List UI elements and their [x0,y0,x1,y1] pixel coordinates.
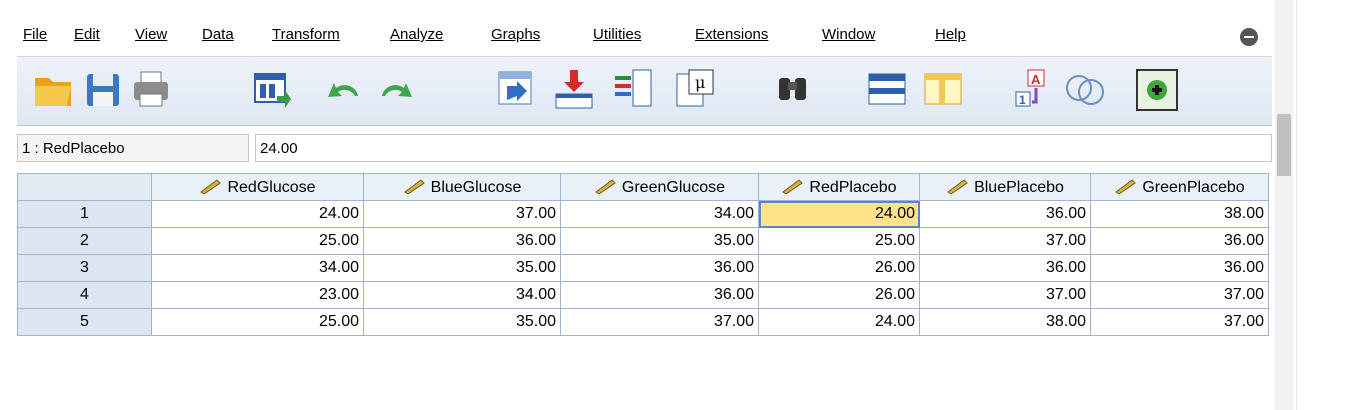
column-header-blueglucose[interactable]: BlueGlucose [363,173,561,201]
data-cell[interactable]: 34.00 [363,281,561,309]
corner-cell[interactable] [17,173,152,201]
print-icon[interactable] [129,66,173,112]
table-row: 1 24.00 37.00 34.00 24.00 36.00 38.00 [17,200,1269,228]
insert-cases-icon[interactable] [865,66,909,112]
header-row: RedGlucose BlueGlucose GreenGlucose RedP… [17,173,1269,201]
goto-variable-icon[interactable] [552,66,596,112]
data-cell[interactable]: 24.00 [758,308,920,336]
dialog-recall-icon[interactable] [249,66,293,112]
data-cell[interactable]: 24.00 [151,200,364,228]
value-labels-icon[interactable]: μ [673,66,717,112]
menu-utilities[interactable]: Utilities [593,26,641,43]
menu-window[interactable]: Window [822,26,875,43]
data-cell[interactable]: 38.00 [1090,200,1269,228]
data-cell[interactable]: 37.00 [363,200,561,228]
menu-data[interactable]: Data [202,26,234,43]
redo-icon[interactable] [374,66,418,112]
menu-help[interactable]: Help [935,26,966,43]
data-cell[interactable]: 34.00 [151,254,364,282]
data-cell[interactable]: 23.00 [151,281,364,309]
scale-ruler-icon [1115,178,1137,194]
menu-transform[interactable]: Transform [272,26,340,43]
scale-ruler-icon [947,178,968,194]
data-grid: RedGlucose BlueGlucose GreenGlucose RedP… [17,173,1269,336]
variables-icon[interactable] [611,66,655,112]
open-folder-icon[interactable] [31,66,75,112]
svg-text:μ: μ [695,73,705,92]
scrollbar-thumb[interactable] [1277,114,1291,176]
row-header[interactable]: 4 [17,281,152,309]
data-cell[interactable]: 35.00 [560,227,759,255]
table-row: 5 25.00 35.00 37.00 24.00 38.00 37.00 [17,308,1269,336]
menu-extensions[interactable]: Extensions [695,26,768,43]
data-cell[interactable]: 25.00 [151,308,364,336]
divider [1296,0,1297,410]
data-cell[interactable]: 36.00 [919,254,1091,282]
data-cell[interactable]: 36.00 [363,227,561,255]
data-cell[interactable]: 34.00 [560,200,759,228]
data-cell[interactable]: 38.00 [919,308,1091,336]
use-sets-icon[interactable] [1063,66,1107,112]
menu-view[interactable]: View [135,26,167,43]
column-header-greenplacebo[interactable]: GreenPlacebo [1090,173,1269,201]
data-cell[interactable]: 36.00 [560,254,759,282]
menu-edit[interactable]: Edit [74,26,100,43]
data-cell[interactable]: 37.00 [1090,308,1269,336]
data-cell[interactable]: 25.00 [758,227,920,255]
data-cell[interactable]: 26.00 [758,254,920,282]
data-cell[interactable]: 35.00 [363,254,561,282]
scale-ruler-icon [782,178,804,194]
add-icon[interactable] [1135,66,1179,112]
find-icon[interactable] [771,66,815,112]
column-header-greenglucose[interactable]: GreenGlucose [560,173,759,201]
row-header[interactable]: 1 [17,200,152,228]
data-cell[interactable]: 36.00 [1090,227,1269,255]
vertical-scrollbar[interactable] [1275,0,1293,410]
cell-editor-bar: 1 : RedPlacebo 24.00 [17,134,1272,164]
svg-text:A: A [1031,72,1041,87]
column-header-redglucose[interactable]: RedGlucose [151,173,364,201]
goto-case-icon[interactable] [493,66,537,112]
collapse-toolbar-icon[interactable] [1240,28,1258,46]
data-cell[interactable]: 37.00 [919,227,1091,255]
table-row: 4 23.00 34.00 36.00 26.00 37.00 37.00 [17,281,1269,309]
row-header[interactable]: 5 [17,308,152,336]
cell-value-input[interactable]: 24.00 [255,134,1272,162]
column-header-blueplacebo[interactable]: BluePlacebo [919,173,1091,201]
row-header[interactable]: 2 [17,227,152,255]
data-cell[interactable]: 36.00 [560,281,759,309]
toolbar: μ A1 [17,57,1272,126]
menu-bar: File Edit View Data Transform Analyze Gr… [17,17,1272,57]
data-cell[interactable]: 26.00 [758,281,920,309]
row-header[interactable]: 3 [17,254,152,282]
data-cell[interactable]: 37.00 [919,281,1091,309]
split-file-icon[interactable]: A1 [1012,66,1056,112]
data-editor-window: File Edit View Data Transform Analyze Gr… [17,17,1272,397]
data-cell[interactable]: 37.00 [1090,281,1269,309]
table-row: 3 34.00 35.00 36.00 26.00 36.00 36.00 [17,254,1269,282]
cell-reference: 1 : RedPlacebo [17,134,249,162]
menu-graphs[interactable]: Graphs [491,26,540,43]
data-cell[interactable]: 36.00 [919,200,1091,228]
menu-file[interactable]: File [23,26,47,43]
insert-variable-icon[interactable] [921,66,965,112]
scale-ruler-icon [200,178,222,194]
scale-ruler-icon [595,178,616,194]
data-cell[interactable]: 35.00 [363,308,561,336]
column-header-redplacebo[interactable]: RedPlacebo [758,173,920,201]
undo-icon[interactable] [322,66,366,112]
data-cell[interactable]: 36.00 [1090,254,1269,282]
svg-text:1: 1 [1019,93,1026,107]
data-cell[interactable]: 37.00 [560,308,759,336]
scale-ruler-icon [403,178,425,194]
data-cell[interactable]: 25.00 [151,227,364,255]
save-icon[interactable] [81,66,125,112]
menu-analyze[interactable]: Analyze [390,26,443,43]
selected-data-cell[interactable]: 24.00 [758,200,920,228]
table-row: 2 25.00 36.00 35.00 25.00 37.00 36.00 [17,227,1269,255]
